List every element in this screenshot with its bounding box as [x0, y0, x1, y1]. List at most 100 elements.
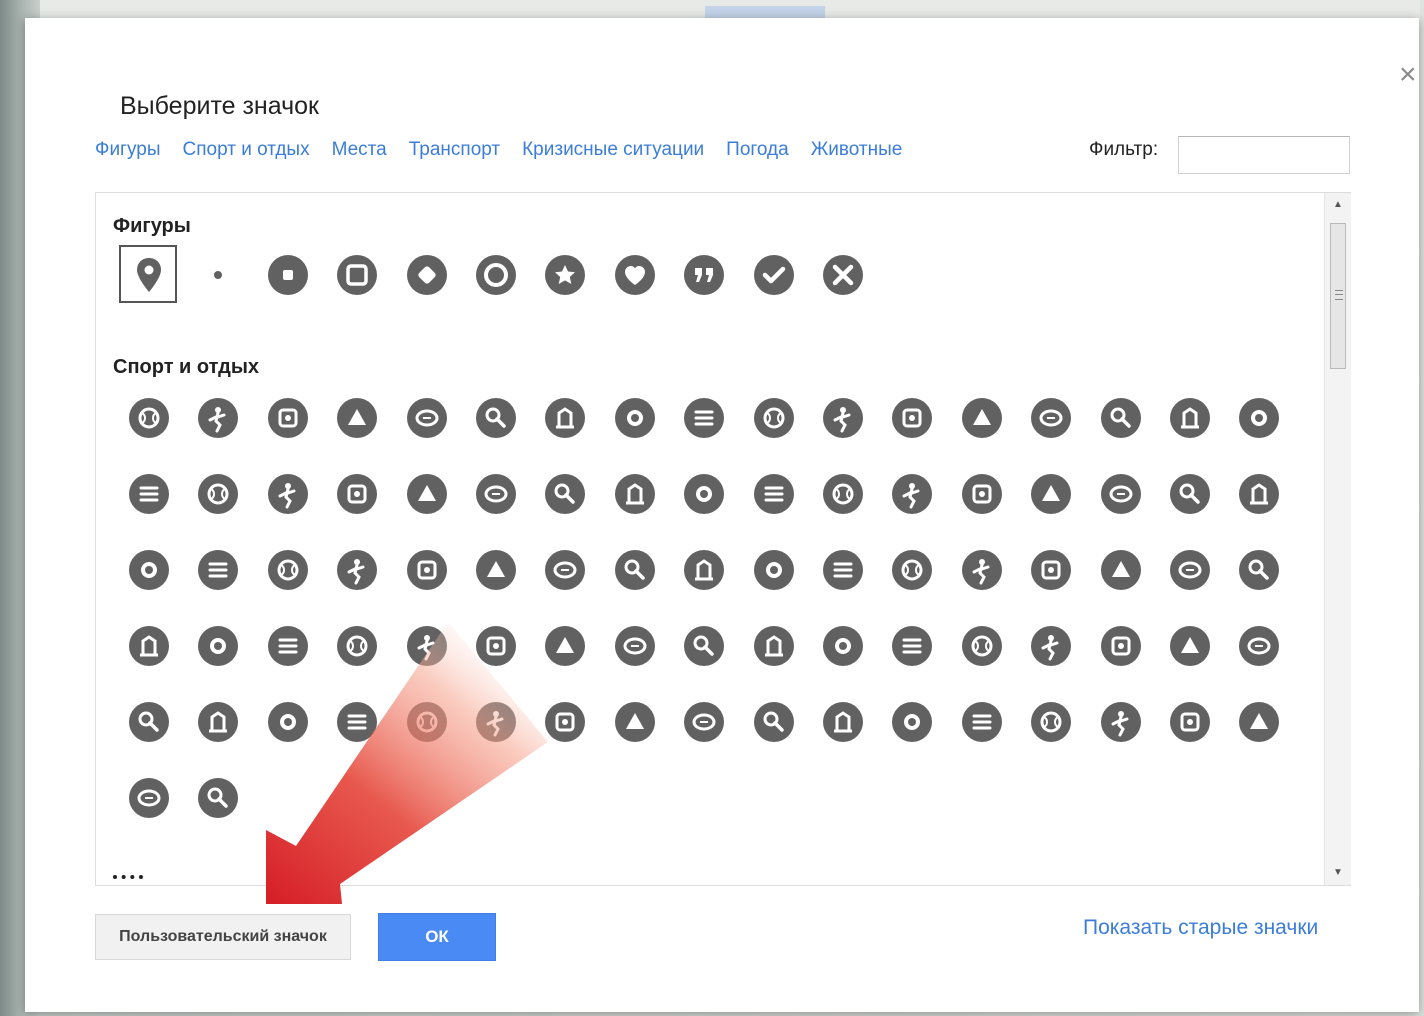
snorkel-mask-icon[interactable]	[197, 625, 239, 667]
scroll-down-arrow-icon[interactable]: ▼	[1325, 863, 1351, 883]
cross-icon[interactable]	[822, 254, 864, 296]
trailer-icon[interactable]	[1238, 701, 1280, 743]
square-icon[interactable]	[336, 254, 378, 296]
barbecue-icon[interactable]	[891, 701, 933, 743]
swimming-icon[interactable]	[1100, 549, 1142, 591]
cycling-icon[interactable]	[753, 473, 795, 515]
paragliding-icon[interactable]	[1238, 473, 1280, 515]
table-tennis-icon[interactable]	[961, 397, 1003, 439]
golfer-icon[interactable]	[544, 397, 586, 439]
quote-icon[interactable]	[683, 254, 725, 296]
volleyball-icon[interactable]	[475, 397, 517, 439]
skiing-icon[interactable]	[336, 549, 378, 591]
baseball-icon[interactable]	[128, 397, 170, 439]
shooting-icon[interactable]	[475, 701, 517, 743]
gymnastics-icon[interactable]	[1169, 473, 1211, 515]
palm-tree-icon[interactable]	[822, 625, 864, 667]
guitar-icon[interactable]	[753, 701, 795, 743]
billiards-icon[interactable]	[406, 473, 448, 515]
fencing-icon[interactable]	[1169, 397, 1211, 439]
volcano-icon[interactable]	[961, 625, 1003, 667]
rv-icon[interactable]	[1169, 701, 1211, 743]
trekking-icon[interactable]	[128, 701, 170, 743]
nordic-walking-icon[interactable]	[683, 473, 725, 515]
rugby-ball-icon[interactable]	[406, 397, 448, 439]
snowboard-icon[interactable]	[475, 549, 517, 591]
ok-button[interactable]: ОК	[378, 913, 496, 961]
scroll-thumb[interactable]	[1330, 223, 1346, 369]
snowmobile-icon[interactable]	[753, 549, 795, 591]
climbing-wall-icon[interactable]	[891, 473, 933, 515]
motorcycle-icon[interactable]	[1100, 701, 1142, 743]
magnifier-icon[interactable]	[683, 397, 725, 439]
scuba-icon[interactable]	[267, 625, 309, 667]
binoculars-icon[interactable]	[614, 701, 656, 743]
jet-ski-icon[interactable]	[1030, 549, 1072, 591]
waterfall-icon[interactable]	[1100, 625, 1142, 667]
playground-icon[interactable]	[544, 625, 586, 667]
sledding-icon[interactable]	[544, 549, 586, 591]
checkmark-icon[interactable]	[753, 254, 795, 296]
bowling-icon[interactable]	[336, 473, 378, 515]
square-dot-icon[interactable]	[267, 254, 309, 296]
hockey-icon[interactable]	[197, 549, 239, 591]
tennis-racket-icon[interactable]	[891, 397, 933, 439]
tab-sports[interactable]: Спорт и отдых	[183, 139, 310, 161]
ski-hiking-icon[interactable]	[683, 549, 725, 591]
ice-skate-icon[interactable]	[267, 549, 309, 591]
tab-crisis[interactable]: Кризисные ситуации	[522, 139, 704, 161]
filter-input[interactable]	[1178, 136, 1350, 174]
small-dot-icon[interactable]	[197, 254, 239, 296]
climbing-icon[interactable]	[961, 473, 1003, 515]
tab-animals[interactable]: Животные	[811, 139, 903, 161]
horse-riding-icon[interactable]	[267, 473, 309, 515]
show-old-icons-link[interactable]: Показать старые значки	[1083, 916, 1318, 940]
diamond-icon[interactable]	[406, 254, 448, 296]
tab-shapes[interactable]: Фигуры	[95, 139, 161, 161]
deciduous-tree-icon[interactable]	[753, 625, 795, 667]
football-icon[interactable]	[267, 397, 309, 439]
hunting-icon[interactable]	[406, 701, 448, 743]
frisbee-icon[interactable]	[1100, 473, 1142, 515]
sign-post-icon[interactable]	[267, 701, 309, 743]
archery-icon[interactable]	[544, 473, 586, 515]
pine-tree-icon[interactable]	[683, 625, 725, 667]
soccer-icon[interactable]	[336, 397, 378, 439]
family-walk-icon[interactable]	[197, 701, 239, 743]
diving-icon[interactable]	[1238, 549, 1280, 591]
tab-transport[interactable]: Транспорт	[409, 139, 500, 161]
surfing-icon[interactable]	[197, 473, 239, 515]
martial-arts-icon[interactable]	[1100, 397, 1142, 439]
race-flag-icon[interactable]	[128, 473, 170, 515]
caravan-icon[interactable]	[1030, 701, 1072, 743]
gym-icon[interactable]	[475, 625, 517, 667]
water-ski-icon[interactable]	[1169, 549, 1211, 591]
sailing-icon[interactable]	[961, 549, 1003, 591]
running-icon[interactable]	[614, 473, 656, 515]
telescope-icon[interactable]	[544, 701, 586, 743]
panel-scrollbar[interactable]: ▲ ▼	[1324, 193, 1351, 885]
heart-icon[interactable]	[614, 254, 656, 296]
axe-icon[interactable]	[961, 701, 1003, 743]
deer-icon[interactable]	[336, 701, 378, 743]
golf-flag-icon[interactable]	[753, 397, 795, 439]
skydiving-icon[interactable]	[128, 549, 170, 591]
kayak-icon[interactable]	[822, 549, 864, 591]
dancing-icon[interactable]	[822, 473, 864, 515]
star-icon[interactable]	[544, 254, 586, 296]
scroll-up-arrow-icon[interactable]: ▲	[1325, 195, 1351, 215]
close-icon[interactable]: ×	[1399, 60, 1417, 90]
swim-pool-icon[interactable]	[128, 625, 170, 667]
weightlifting-icon[interactable]	[1238, 397, 1280, 439]
boxing-glove-icon[interactable]	[1030, 397, 1072, 439]
favorite-star-icon[interactable]	[1169, 625, 1211, 667]
fishing-icon[interactable]	[406, 625, 448, 667]
picnic-table-icon[interactable]	[614, 625, 656, 667]
basketball-icon[interactable]	[197, 397, 239, 439]
campfire-icon[interactable]	[822, 701, 864, 743]
parkour-icon[interactable]	[1030, 473, 1072, 515]
ring-icon[interactable]	[475, 254, 517, 296]
cross-country-ski-icon[interactable]	[406, 549, 448, 591]
hot-spring-icon[interactable]	[1030, 625, 1072, 667]
golf-course-icon[interactable]	[614, 397, 656, 439]
